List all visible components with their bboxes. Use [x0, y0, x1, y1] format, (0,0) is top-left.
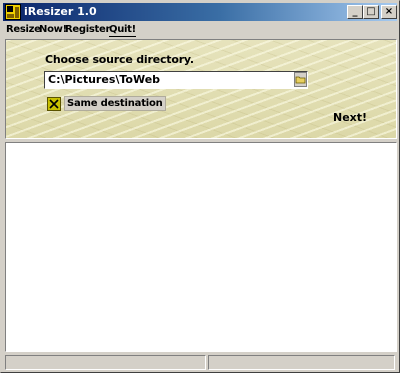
menu-item-register[interactable]: Register — [65, 24, 110, 36]
menu-item-resize[interactable]: Resize — [6, 24, 41, 36]
minimize-button[interactable]: _ — [347, 5, 363, 19]
folder-icon[interactable] — [294, 72, 307, 87]
status-pane-right — [208, 355, 395, 370]
menu-bar: Resize Now! Register Quit! — [3, 21, 397, 39]
maximize-button[interactable]: □ — [363, 5, 379, 19]
title-bar[interactable]: iResizer 1.0 _ □ × — [3, 3, 397, 21]
menu-item-now[interactable]: Now! — [39, 24, 67, 36]
next-button[interactable]: Next! — [333, 111, 367, 124]
file-list-area[interactable] — [5, 142, 397, 352]
status-pane-left — [5, 355, 206, 370]
same-destination-checkbox[interactable] — [47, 97, 61, 111]
close-button[interactable]: × — [381, 5, 397, 19]
source-path-input[interactable]: C:\Pictures\ToWeb — [44, 71, 308, 89]
same-destination-label[interactable]: Same destination — [64, 96, 166, 111]
source-directory-label: Choose source directory. — [45, 53, 194, 66]
window-title: iResizer 1.0 — [24, 5, 97, 18]
source-panel: Choose source directory. C:\Pictures\ToW… — [5, 39, 397, 139]
app-icon — [5, 4, 21, 20]
app-window: iResizer 1.0 _ □ × Resize Now! Register … — [0, 0, 400, 373]
status-bar — [3, 354, 397, 371]
menu-item-quit[interactable]: Quit! — [109, 24, 136, 37]
